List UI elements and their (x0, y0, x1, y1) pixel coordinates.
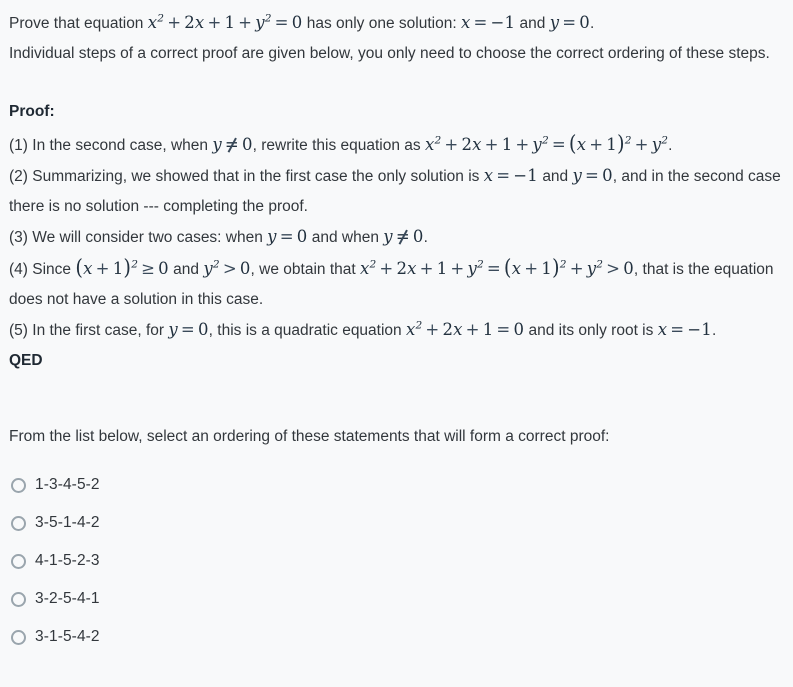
statement-text-mid: has only one solution: (306, 15, 457, 32)
proof-step-3: (3) We will consider two cases: when y = 0… (9, 222, 781, 253)
question-prompt: From the list below, select an ordering … (9, 428, 610, 445)
step-3-text-b: and when (311, 229, 379, 246)
question-prompt-block: From the list below, select an ordering … (9, 422, 781, 452)
step-5-text-b: , this is a quadratic equation (208, 322, 402, 339)
step-1-text-b: , rewrite this equation as (252, 137, 421, 154)
statement-text-pre: Prove that equation (9, 15, 144, 32)
step-1-text-a: In the second case, when (32, 137, 209, 154)
step-3-math-b: y = 0 (383, 227, 423, 246)
qed-label: QED (9, 352, 43, 369)
step-1-math-a: y = 0 (212, 135, 252, 154)
step-4-text-a: Since (32, 261, 72, 278)
radio-button-icon[interactable] (11, 477, 26, 493)
step-4-number: (4) (9, 261, 28, 278)
step-3-math-a: y = 0 (267, 227, 308, 246)
option-label-4[interactable]: 3-2-5-4-1 (35, 590, 100, 608)
step-5-number: (5) (9, 322, 28, 339)
statement-solution-x-math: x = −1 (460, 13, 516, 32)
option-label-5[interactable]: 3-1-5-4-2 (35, 628, 100, 646)
step-4-math-c: x2 +2x +1 + y2 = (x +1)2 + y2 >0 (359, 255, 634, 280)
problem-statement: Prove that equation x2 +2x +1 + y2 = 0 has onl… (9, 8, 781, 39)
radio-button-icon[interactable] (11, 629, 26, 645)
statement-text-and: and (519, 15, 546, 32)
step-1-number: (1) (9, 137, 28, 154)
step-1-text-c: . (668, 137, 673, 154)
step-5-text-a: In the first case, for (32, 322, 165, 339)
option-row-4[interactable]: 3-2-5-4-1 (9, 580, 781, 618)
step-5-text-c: and its only root is (528, 322, 654, 339)
radio-button-icon[interactable] (11, 553, 26, 569)
step-2-math-a: x = −1 (483, 166, 538, 185)
step-1-math-b: x2 +2x +1 + y2 = (x +1)2 + y2 (424, 131, 669, 156)
step-2-number: (2) (9, 168, 28, 185)
option-row-3[interactable]: 4-1-5-2-3 (9, 542, 781, 580)
step-5-math-c: x = −1 (657, 320, 712, 339)
step-2-text-a: Summarizing, we showed that in the first… (32, 168, 480, 185)
proof-step-5: (5) In the first case, for y = 0, this is … (9, 315, 781, 346)
step-4-text-b: and (173, 261, 200, 278)
option-label-1[interactable]: 1-3-4-5-2 (35, 476, 100, 494)
step-5-math-b: x2 +2x +1 = 0 (405, 319, 525, 339)
problem-instructions: Individual steps of a correct proof are … (9, 45, 770, 62)
exercise-page: Prove that equation x2 +2x +1 + y2 = 0 has onl… (0, 0, 793, 656)
statement-equation-math: x2 +2x +1 + y2 = 0 (147, 12, 303, 32)
step-3-number: (3) (9, 229, 28, 246)
step-5-text-d: . (711, 322, 717, 339)
step-3-text-c: . (423, 229, 428, 246)
radio-button-icon[interactable] (11, 515, 26, 531)
proof-step-1: (1) In the second case, when y = 0, rewrit… (9, 129, 781, 161)
proof-heading: Proof: (9, 103, 55, 120)
proof-step-4: (4) Since (x +1)2 ≥0 and y2 >0, we obtain t… (9, 253, 781, 315)
option-row-5[interactable]: 3-1-5-4-2 (9, 618, 781, 656)
problem-statement-block: Prove that equation x2 +2x +1 + y2 = 0 has onl… (9, 8, 781, 69)
option-row-1[interactable]: 1-3-4-5-2 (9, 466, 781, 504)
answer-options-group[interactable]: 1-3-4-5-2 3-5-1-4-2 4-1-5-2-3 3-2-5-4-1 … (9, 466, 781, 656)
radio-button-icon[interactable] (11, 591, 26, 607)
option-label-2[interactable]: 3-5-1-4-2 (35, 514, 100, 532)
statement-solution-y-math: y = 0 (549, 13, 590, 32)
step-4-math-b: y2 >0 (203, 258, 251, 278)
step-2-math-b: y = 0 (572, 166, 613, 185)
step-4-text-c: , we obtain that (250, 261, 356, 278)
option-row-2[interactable]: 3-5-1-4-2 (9, 504, 781, 542)
step-5-math-a: y = 0 (168, 320, 209, 339)
proof-step-2: (2) Summarizing, we showed that in the f… (9, 161, 781, 222)
statement-text-period: . (590, 15, 595, 32)
step-2-text-b: and (542, 168, 569, 185)
option-label-3[interactable]: 4-1-5-2-3 (35, 552, 100, 570)
step-3-text-a: We will consider two cases: when (32, 229, 263, 246)
step-4-math-a: (x +1)2 ≥0 (75, 255, 169, 280)
